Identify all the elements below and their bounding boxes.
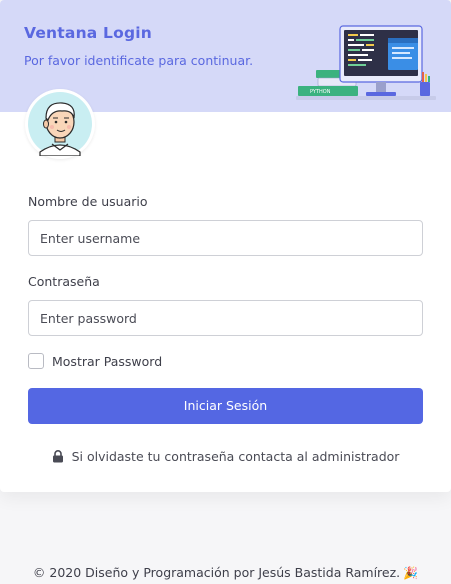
avatar <box>25 89 95 159</box>
party-popper-icon: 🎉 <box>403 565 419 580</box>
username-input[interactable] <box>28 220 423 256</box>
footer-text: © 2020 Diseño y Programación por Jesús B… <box>32 565 401 580</box>
footer: © 2020 Diseño y Programación por Jesús B… <box>0 565 451 580</box>
username-label: Nombre de usuario <box>28 194 148 209</box>
show-password-toggle[interactable]: Mostrar Password <box>28 353 162 369</box>
lock-icon <box>52 450 63 463</box>
forgot-password-note: Si olvidaste tu contraseña contacta al a… <box>0 449 451 464</box>
page-subtitle: Por favor identificate para continuar. <box>24 53 254 68</box>
login-button[interactable]: Iniciar Sesión <box>28 388 423 424</box>
workspace-illustration: PYTHON <box>296 25 436 100</box>
book-label: PYTHON <box>310 89 331 95</box>
password-label: Contraseña <box>28 274 100 289</box>
password-input[interactable] <box>28 300 423 336</box>
user-avatar-icon <box>28 92 92 156</box>
show-password-label: Mostrar Password <box>52 353 163 369</box>
forgot-password-text: Si olvidaste tu contraseña contacta al a… <box>71 449 400 464</box>
show-password-checkbox[interactable] <box>28 353 44 369</box>
login-card: Ventana Login Por favor identificate par… <box>0 0 451 492</box>
page-title: Ventana Login <box>24 24 153 42</box>
